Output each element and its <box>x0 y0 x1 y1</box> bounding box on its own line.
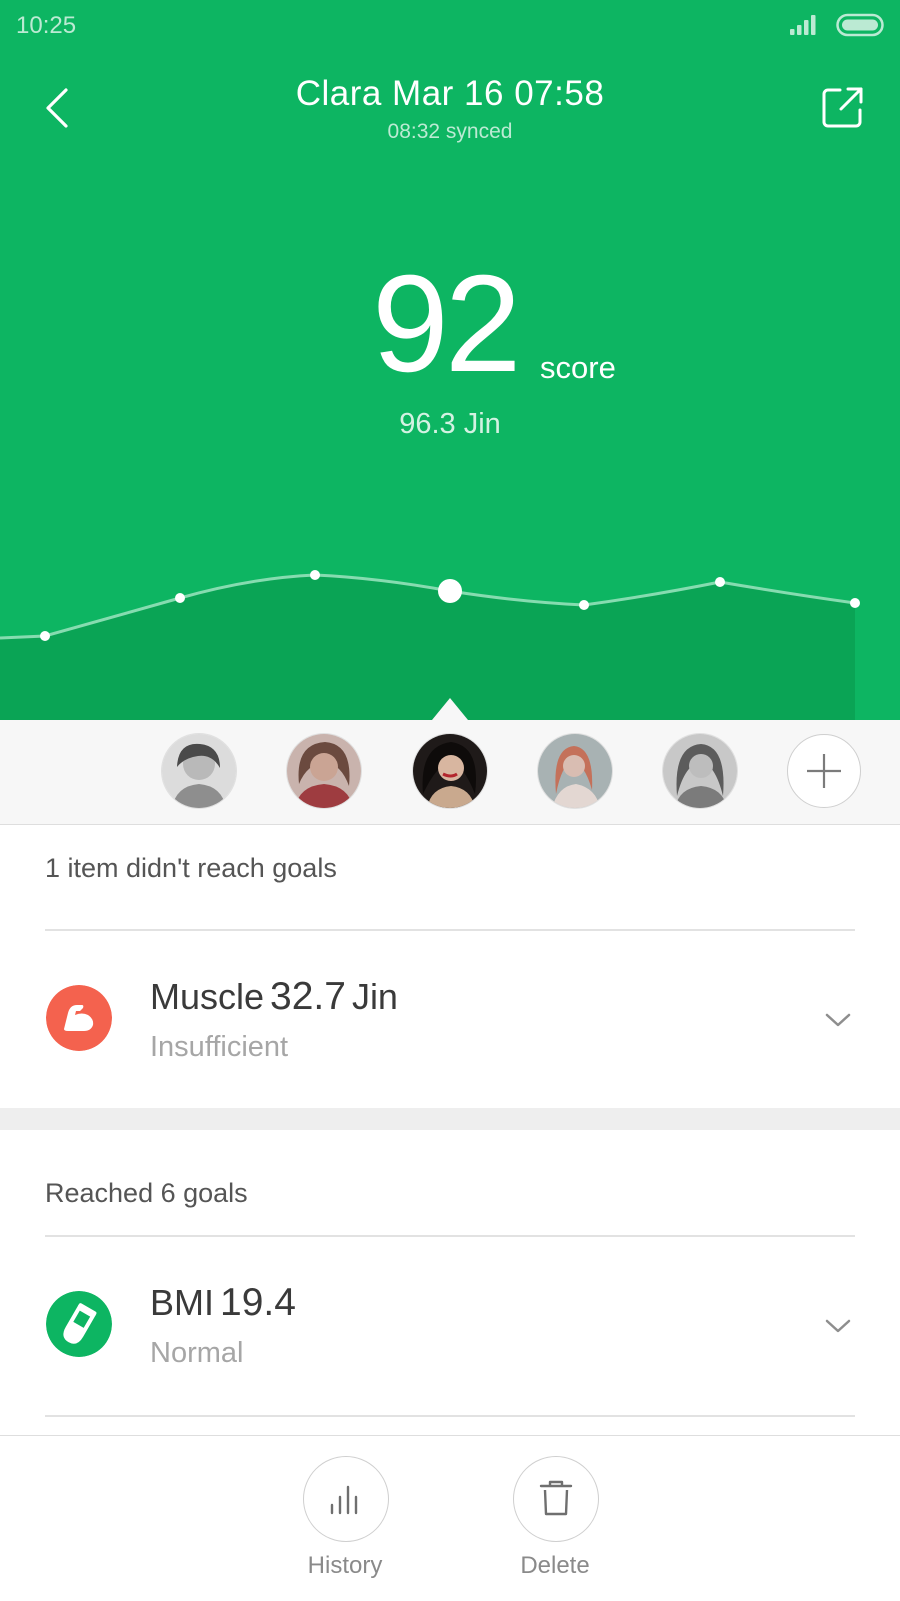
metric-status: Insufficient <box>150 1031 289 1063</box>
avatar-image <box>663 734 737 808</box>
page-title: Clara Mar 16 07:58 <box>295 74 605 113</box>
avatar-image <box>162 734 236 808</box>
sync-status: 08:32 synced <box>387 120 513 143</box>
avatar-image <box>413 734 487 808</box>
divider <box>45 929 855 931</box>
metric-name: BMI <box>150 1282 215 1323</box>
metric-unit: Jin <box>351 976 398 1017</box>
score-value: 92 <box>372 247 521 401</box>
avatar-image <box>538 734 612 808</box>
delete-label[interactable]: Delete <box>485 1552 625 1580</box>
chevron-down-icon[interactable] <box>824 1011 852 1029</box>
divider <box>45 1415 855 1417</box>
trash-icon <box>539 1480 573 1516</box>
user-avatar-1[interactable] <box>162 734 236 808</box>
user-avatar-4[interactable] <box>538 734 612 808</box>
plus-icon <box>807 754 841 788</box>
trend-point <box>175 593 185 603</box>
history-label[interactable]: History <box>275 1552 415 1580</box>
met-goals-label: Reached 6 goals <box>45 1178 248 1208</box>
score-trend-graph[interactable] <box>0 560 900 720</box>
trend-point <box>850 598 860 608</box>
history-button[interactable] <box>303 1456 389 1542</box>
delete-button[interactable] <box>513 1456 599 1542</box>
trend-point <box>310 570 320 580</box>
signal-icon <box>790 15 816 35</box>
status-time: 10:25 <box>16 12 77 39</box>
score-header: 10:25 Clara Mar 16 07:58 08:32 synced 92… <box>0 0 900 720</box>
metric-value: 19.4 <box>220 1281 296 1324</box>
avatar-image <box>287 734 361 808</box>
bottom-action-bar: History Delete <box>0 1435 900 1601</box>
divider <box>45 1235 855 1237</box>
metric-value: 32.7 <box>270 975 346 1018</box>
section-separator <box>0 1108 900 1130</box>
share-icon[interactable] <box>818 82 868 132</box>
user-avatar-5[interactable] <box>663 734 737 808</box>
bmi-metric: BMI 19.4 <box>150 1281 296 1325</box>
bar-chart-icon <box>330 1485 358 1515</box>
metric-status: Normal <box>150 1337 244 1369</box>
trend-area <box>0 575 855 720</box>
user-avatar-2[interactable] <box>287 734 361 808</box>
user-avatar-3-selected[interactable] <box>413 734 487 808</box>
weight-value: 96.3 Jin <box>399 408 501 440</box>
trend-point-selected <box>438 579 462 603</box>
trend-point <box>715 577 725 587</box>
metric-name: Muscle <box>150 976 265 1017</box>
add-user-button[interactable] <box>787 734 861 808</box>
trend-point <box>40 631 50 641</box>
muscle-icon <box>46 985 112 1051</box>
unmet-goals-label: 1 item didn't reach goals <box>45 853 337 883</box>
muscle-metric: Muscle 32.7 Jin <box>150 975 398 1019</box>
score-unit: score <box>540 350 616 385</box>
chevron-down-icon[interactable] <box>824 1317 852 1335</box>
trend-point <box>579 600 589 610</box>
battery-icon <box>836 13 884 37</box>
user-switcher <box>0 720 900 825</box>
bmi-icon <box>46 1291 112 1357</box>
